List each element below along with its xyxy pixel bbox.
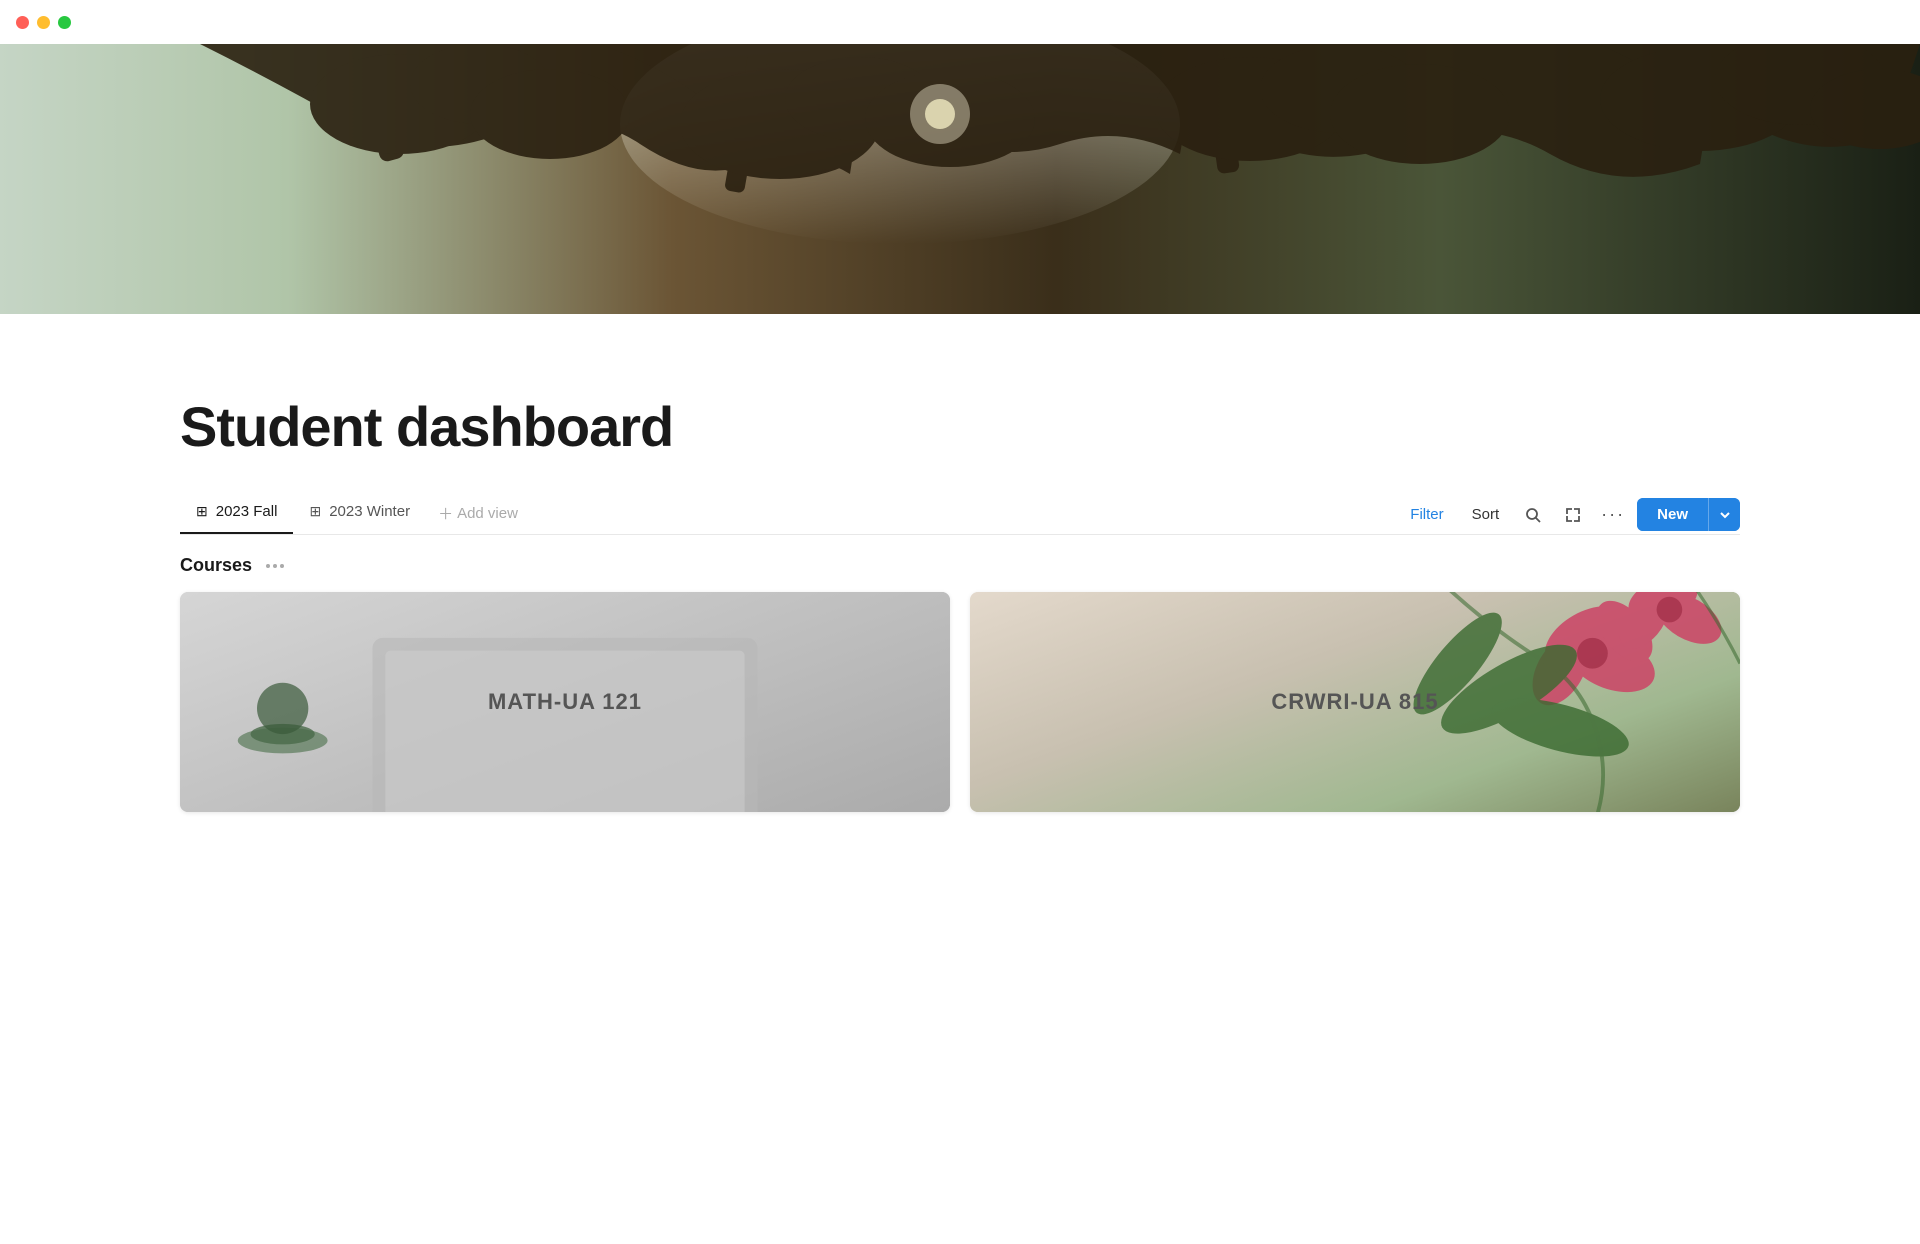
table-icon: ⊞ <box>196 503 208 520</box>
table-icon-2: ⊞ <box>309 503 321 520</box>
page-title: Student dashboard <box>180 394 1740 459</box>
dot-2 <box>273 564 277 568</box>
add-view-button[interactable]: ＋ Add view <box>426 495 530 534</box>
tab-winter2023[interactable]: ⊞ 2023 Winter <box>293 495 426 534</box>
plus-icon: ＋ <box>438 503 453 524</box>
minimize-button[interactable] <box>37 16 50 29</box>
cover-image <box>0 44 1920 314</box>
expand-button[interactable] <box>1557 499 1589 531</box>
search-button[interactable] <box>1517 499 1549 531</box>
section-header-courses: Courses <box>180 555 1740 576</box>
tabs-area: ⊞ 2023 Fall ⊞ 2023 Winter ＋ Add view <box>180 495 530 534</box>
card-label-crwri: CRWRI-UA 815 <box>1271 689 1438 715</box>
dot-1 <box>266 564 270 568</box>
expand-icon <box>1564 506 1582 524</box>
titlebar <box>0 0 1920 44</box>
page-icon <box>180 286 268 314</box>
tab-divider <box>180 534 1740 535</box>
chevron-down-icon <box>1719 509 1731 521</box>
search-icon <box>1524 506 1542 524</box>
more-button[interactable]: ··· <box>1597 499 1629 531</box>
close-button[interactable] <box>16 16 29 29</box>
section-menu-button[interactable] <box>262 562 288 570</box>
toolbar: ⊞ 2023 Fall ⊞ 2023 Winter ＋ Add view Fil… <box>180 495 1740 534</box>
new-dropdown-button[interactable] <box>1708 498 1740 531</box>
card-bg-crwri: CRWRI-UA 815 <box>970 592 1740 812</box>
actions-area: Filter Sort ··· New <box>1400 498 1740 531</box>
course-card-crwri[interactable]: CRWRI-UA 815 <box>970 592 1740 812</box>
sort-button[interactable]: Sort <box>1462 500 1510 529</box>
cards-grid: MATH-UA 121 <box>180 592 1740 812</box>
ellipsis-icon: ··· <box>1601 504 1625 525</box>
new-button-group: New <box>1637 498 1740 531</box>
card-bg-math: MATH-UA 121 <box>180 592 950 812</box>
course-card-math[interactable]: MATH-UA 121 <box>180 592 950 812</box>
section-title-courses: Courses <box>180 555 252 576</box>
card-label-math: MATH-UA 121 <box>488 689 642 715</box>
new-button[interactable]: New <box>1637 498 1708 531</box>
page-content: Student dashboard ⊞ 2023 Fall ⊞ 2023 Win… <box>0 394 1920 812</box>
filter-button[interactable]: Filter <box>1400 500 1453 529</box>
tab-fall2023[interactable]: ⊞ 2023 Fall <box>180 495 293 534</box>
dot-3 <box>280 564 284 568</box>
maximize-button[interactable] <box>58 16 71 29</box>
